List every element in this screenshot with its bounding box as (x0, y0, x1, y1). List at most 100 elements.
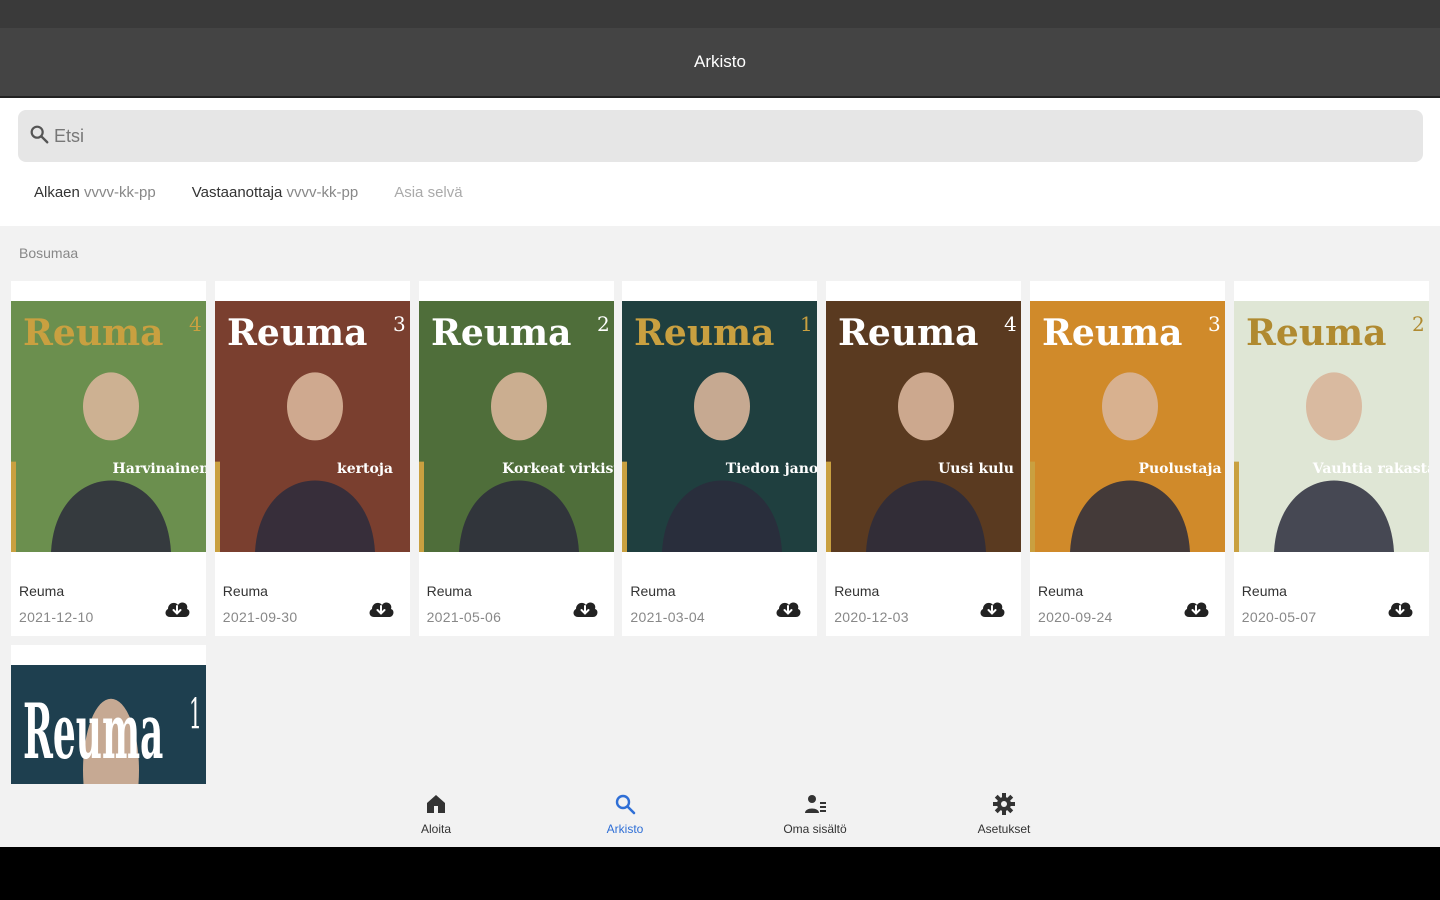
issue-card[interactable]: Reuma 3 Puolustaja Reuma 2020-09-24 (1030, 281, 1225, 636)
bottom-navigation: Aloita Arkisto Oma sisältö Asetukset (0, 784, 1440, 847)
search-icon (565, 792, 685, 816)
cover-image: Reuma 3 Puolustaja (1030, 301, 1225, 552)
cloud-download-icon[interactable] (571, 597, 599, 619)
cover-portrait (898, 372, 955, 441)
issue-card[interactable]: Reuma 2 Korkeat virkistys Reuma 2021-05-06 (418, 281, 614, 636)
cover-headline: Tiedon jano (726, 461, 817, 477)
nav-item-home[interactable]: Aloita (376, 792, 496, 836)
from-date-placeholder: vvvv-kk-pp (84, 184, 156, 201)
issue-date: 2020-12-03 (834, 609, 909, 625)
cover-image: Reuma 1 (11, 665, 206, 784)
cover-spine-accent (11, 461, 16, 552)
cover-portrait (1102, 372, 1158, 441)
system-navigation-bar (0, 847, 1440, 900)
from-date-filter[interactable]: Alkaen vvvv-kk-pp (34, 184, 156, 201)
cover-masthead: Reuma (23, 688, 163, 777)
cover-spine-accent (826, 461, 832, 552)
cloud-download-icon[interactable] (774, 597, 802, 619)
cloud-download-icon[interactable] (163, 597, 191, 619)
search-icon (28, 123, 50, 150)
issue-title: Reuma (19, 583, 65, 599)
cover-headline: Korkeat virkistys (502, 461, 614, 477)
cover-image: Reuma 4 Harvinainen (11, 301, 206, 552)
person-list-icon (755, 792, 875, 816)
gear-icon (944, 792, 1064, 816)
cover-portrait (286, 372, 343, 441)
cover-issue-number: 3 (393, 312, 406, 336)
issue-date: 2021-05-06 (426, 609, 502, 625)
cover-masthead: Reuma (431, 312, 571, 354)
nav-item-settings[interactable]: Asetukset (944, 792, 1064, 836)
issue-title: Reuma (222, 583, 268, 599)
cover-headline: Puolustaja (1138, 461, 1221, 477)
to-date-filter[interactable]: Vastaanottaja vvvv-kk-pp (192, 184, 358, 201)
cover-masthead: Reuma (1042, 312, 1182, 354)
issue-card-partial[interactable]: Reuma 1 (11, 645, 206, 784)
cover-portrait (83, 372, 139, 441)
app-bar: Arkisto (0, 28, 1440, 98)
cover-masthead: Reuma (838, 312, 978, 354)
cover-issue-number: 1 (189, 689, 202, 739)
nav-label-settings: Asetukset (977, 822, 1031, 836)
cover-issue-number: 4 (189, 312, 202, 336)
cover-headline: Vauhtia rakastaen (1312, 461, 1429, 477)
page-title: Arkisto (694, 52, 746, 71)
home-icon (376, 792, 496, 816)
cover-masthead: Reuma (1246, 312, 1386, 354)
issue-date: 2020-05-07 (1241, 609, 1317, 625)
cover-spine-accent (1233, 461, 1239, 552)
issue-date: 2021-03-04 (630, 609, 706, 625)
cover-issue-number: 2 (597, 312, 610, 336)
results-label: Bosumaa (19, 245, 79, 261)
issue-title: Reuma (1241, 583, 1287, 599)
cover-issue-number: 2 (1412, 312, 1425, 336)
search-bar[interactable] (18, 110, 1423, 162)
to-date-placeholder: vvvv-kk-pp (286, 184, 359, 201)
issue-title: Reuma (426, 583, 472, 599)
issue-card[interactable]: Reuma 2 Vauhtia rakastaen Reuma 2020-05-07 (1233, 281, 1429, 636)
issue-card[interactable]: Reuma 1 Tiedon jano Reuma 2021-03-04 (622, 281, 818, 636)
nav-item-archive[interactable]: Arkisto (565, 792, 685, 836)
cover-spine-accent (418, 461, 424, 552)
nav-label-my-content: Oma sisältö (783, 822, 847, 836)
nav-label-home: Aloita (420, 822, 452, 836)
cover-image: Reuma 2 Vauhtia rakastaen (1233, 301, 1429, 552)
cover-masthead: Reuma (634, 312, 774, 354)
cover-issue-number: 4 (1004, 312, 1017, 336)
filter-panel: Alkaen vvvv-kk-pp Vastaanottaja vvvv-kk-… (0, 98, 1440, 226)
issue-card[interactable]: Reuma 3 kertoja Reuma 2021-09-30 (214, 281, 410, 636)
cloud-download-icon[interactable] (367, 597, 395, 619)
cover-image: Reuma 4 Uusi kulu (826, 301, 1022, 552)
cloud-download-icon[interactable] (978, 597, 1006, 619)
cloud-download-icon[interactable] (1182, 597, 1210, 619)
cloud-download-icon[interactable] (1386, 597, 1414, 619)
issue-title: Reuma (834, 583, 880, 599)
nav-item-my-content[interactable]: Oma sisältö (755, 792, 875, 836)
nav-label-archive: Arkisto (606, 822, 644, 836)
to-date-label: Vastaanottaja (191, 184, 283, 201)
cover-portrait (1305, 372, 1362, 441)
clear-filters-button[interactable]: Asia selvä (394, 184, 462, 201)
issue-card[interactable]: Reuma 4 Uusi kulu Reuma 2020-12-03 (826, 281, 1022, 636)
cover-issue-number: 3 (1208, 312, 1221, 336)
app-window: Arkisto Alkaen vvvv-kk-pp Vastaanottaja … (0, 0, 1440, 847)
issue-title: Reuma (1038, 583, 1084, 599)
issue-date: 2020-09-24 (1038, 609, 1113, 625)
issue-date: 2021-09-30 (222, 609, 298, 625)
cover-portrait (694, 372, 751, 441)
cover-image: Reuma 1 Tiedon jano (622, 301, 818, 552)
cover-spine-accent (622, 461, 628, 552)
cover-headline: Harvinainen (113, 461, 206, 477)
cover-image: Reuma 3 kertoja (214, 301, 410, 552)
issue-date: 2021-12-10 (19, 609, 94, 625)
cover-masthead: Reuma (23, 312, 163, 354)
cover-portrait (490, 372, 547, 441)
cover-image: Reuma 2 Korkeat virkistys (418, 301, 614, 552)
status-bar (0, 0, 1440, 28)
cover-spine-accent (214, 461, 220, 552)
from-date-label: Alkaen (34, 184, 80, 201)
issue-title: Reuma (630, 583, 676, 599)
issue-card[interactable]: Reuma 4 Harvinainen Reuma 2021-12-10 (11, 281, 206, 636)
date-filter-row: Alkaen vvvv-kk-pp Vastaanottaja vvvv-kk-… (34, 184, 463, 201)
search-input[interactable] (54, 125, 1354, 147)
